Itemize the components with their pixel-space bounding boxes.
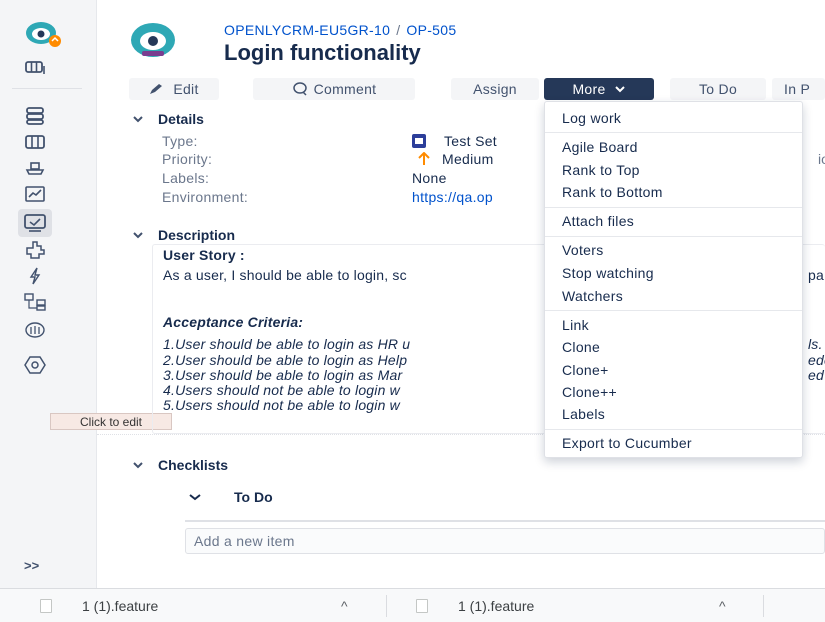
description-line-fragment: pa <box>808 267 824 283</box>
components-icon[interactable] <box>24 240 46 260</box>
priority-label: Priority: <box>162 151 213 167</box>
assign-button[interactable]: Assign <box>451 78 539 100</box>
arrow-up-icon <box>418 152 430 165</box>
breadcrumb-project-link[interactable]: OPENLYCRM-EU5GR-10 <box>224 22 390 38</box>
labels-value[interactable]: None <box>412 170 447 186</box>
description-line: 2.User should be able to login as Help <box>163 352 408 368</box>
description-line-fragment: ede <box>808 352 825 368</box>
hexagon-settings-icon[interactable] <box>24 355 46 375</box>
more-dropdown-menu: Log work Agile Board Rank to Top Rank to… <box>544 101 803 458</box>
reports-icon[interactable] <box>24 184 46 204</box>
breadcrumb-issue-link[interactable]: OP-505 <box>406 22 456 38</box>
sidebar-expand-button[interactable]: >> <box>24 558 39 573</box>
menu-item-rank-to-top[interactable]: Rank to Top <box>562 162 640 178</box>
file-icon <box>416 599 428 613</box>
download-item[interactable]: 1 (1).feature <box>40 589 158 622</box>
description-line: 4.Users should not be able to login w <box>163 382 400 398</box>
menu-item-agile-board[interactable]: Agile Board <box>562 139 638 155</box>
menu-item-labels[interactable]: Labels <box>562 406 605 422</box>
type-value: Test Set <box>412 133 497 149</box>
lightning-icon[interactable] <box>24 266 46 286</box>
test-set-icon <box>412 134 426 148</box>
tree-icon[interactable] <box>24 292 46 312</box>
description-line: 3.User should be able to login as Mar <box>163 367 403 383</box>
pencil-icon <box>150 84 163 94</box>
menu-item-link[interactable]: Link <box>562 317 589 333</box>
type-label: Type: <box>162 133 198 149</box>
more-button[interactable]: More <box>544 78 654 100</box>
project-avatar[interactable] <box>130 22 176 58</box>
description-line-fragment: ls. <box>808 336 823 352</box>
menu-item-watchers[interactable]: Watchers <box>562 288 623 304</box>
description-line: User Story : <box>163 247 245 263</box>
labels-label: Labels: <box>162 170 210 186</box>
description-section-toggle[interactable]: Description <box>132 227 235 243</box>
details-section-toggle[interactable]: Details <box>132 111 204 127</box>
downloads-bar: 1 (1).feature ^ 1 (1).feature ^ <box>0 588 825 622</box>
project-avatar-icon[interactable] <box>24 20 64 48</box>
comment-icon <box>292 82 307 96</box>
environment-link[interactable]: https://qa.op <box>412 189 493 205</box>
menu-item-rank-to-bottom[interactable]: Rank to Bottom <box>562 184 663 200</box>
checklists-section-toggle[interactable]: Checklists <box>132 457 228 473</box>
chevron-up-icon[interactable]: ^ <box>341 598 348 614</box>
file-icon <box>40 599 52 613</box>
issue-title[interactable]: Login functionality <box>224 40 421 66</box>
menu-item-stop-watching[interactable]: Stop watching <box>562 265 654 281</box>
chevron-down-icon <box>189 494 201 501</box>
board-icon[interactable] <box>24 58 46 78</box>
add-checklist-item-input[interactable]: Add a new item <box>185 528 825 554</box>
breadcrumb-separator: / <box>396 22 401 38</box>
edit-button[interactable]: Edit <box>129 78 219 100</box>
description-line: 5.Users should not be able to login w <box>163 397 400 413</box>
active-sprints-icon[interactable] <box>24 132 46 152</box>
download-item[interactable]: 1 (1).feature <box>416 589 534 622</box>
breadcrumb: OPENLYCRM-EU5GR-10 / OP-505 <box>224 22 456 38</box>
truncated-field-label: io <box>818 151 825 167</box>
comment-button[interactable]: Comment <box>253 78 415 100</box>
menu-item-log-work[interactable]: Log work <box>562 110 621 126</box>
menu-item-clone-plus-plus[interactable]: Clone++ <box>562 384 617 400</box>
database-icon[interactable] <box>24 320 46 340</box>
priority-value[interactable]: Medium <box>412 151 494 167</box>
chevron-down-icon <box>614 86 625 93</box>
description-line-fragment: ed <box>808 367 824 383</box>
chevron-down-icon <box>133 462 143 469</box>
releases-icon[interactable] <box>24 158 46 178</box>
in-progress-button[interactable]: In P <box>772 78 825 100</box>
description-line: 1.User should be able to login as HR u <box>163 336 411 352</box>
backlog-icon[interactable] <box>24 106 46 126</box>
description-line: As a user, I should be able to login, sc <box>163 267 407 283</box>
project-sidebar: >> <box>0 0 97 588</box>
chevron-up-icon[interactable]: ^ <box>719 598 726 614</box>
checklist-group-toggle[interactable]: To Do <box>188 489 273 505</box>
environment-label: Environment: <box>162 189 249 205</box>
menu-item-export-to-cucumber[interactable]: Export to Cucumber <box>562 435 692 451</box>
issues-icon[interactable] <box>24 213 46 233</box>
chevron-down-icon <box>133 116 143 123</box>
to-do-button[interactable]: To Do <box>670 78 766 100</box>
menu-item-clone-plus[interactable]: Clone+ <box>562 362 609 378</box>
chevron-down-icon <box>133 232 143 239</box>
menu-item-clone[interactable]: Clone <box>562 339 600 355</box>
description-line: Acceptance Criteria: <box>163 314 304 330</box>
menu-item-attach-files[interactable]: Attach files <box>562 213 634 229</box>
menu-item-voters[interactable]: Voters <box>562 242 604 258</box>
